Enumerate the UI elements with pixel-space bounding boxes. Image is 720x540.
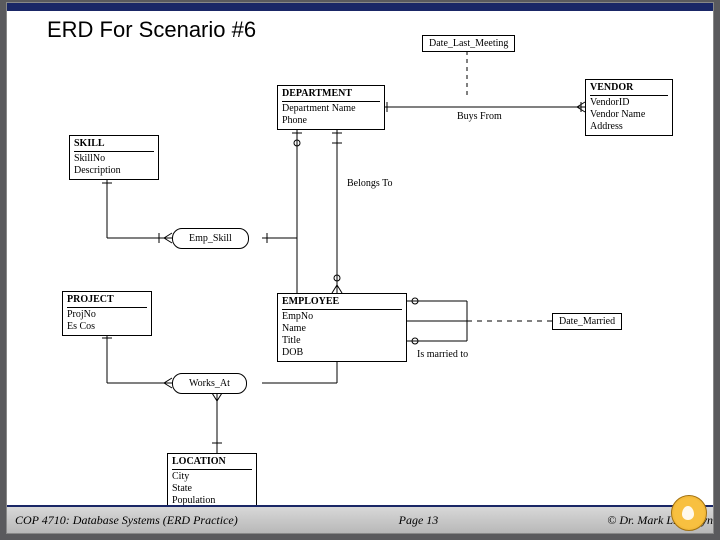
- entity-name: VENDOR: [590, 82, 668, 96]
- entity-name: PROJECT: [67, 294, 147, 308]
- entity-employee: EMPLOYEE EmpNo Name Title DOB: [277, 293, 407, 362]
- entity-project: PROJECT ProjNo Es Cos: [62, 291, 152, 336]
- title-accent-bar: [7, 3, 713, 11]
- entity-attrs: EmpNo Name Title DOB: [282, 311, 313, 358]
- rel-buys-from: Buys From: [457, 111, 502, 122]
- entity-name: SKILL: [74, 138, 154, 152]
- entity-name: EMPLOYEE: [282, 296, 402, 310]
- erd-canvas: Date_Last_Meeting SKILL SkillNo Descript…: [7, 43, 715, 488]
- footer-left: COP 4710: Database Systems (ERD Practice…: [15, 513, 238, 528]
- entity-vendor: VENDOR VendorID Vendor Name Address: [585, 79, 673, 136]
- label: Date_Married: [559, 316, 615, 327]
- entity-location: LOCATION City State Population: [167, 453, 257, 510]
- rel-belongs-to: Belongs To: [347, 178, 393, 189]
- label: Works_At: [189, 378, 230, 389]
- entity-department: DEPARTMENT Department Name Phone: [277, 85, 385, 130]
- entity-attrs: Department Name Phone: [282, 103, 356, 126]
- label: Emp_Skill: [189, 233, 232, 244]
- entity-attrs: SkillNo Description: [74, 153, 121, 176]
- entity-name: LOCATION: [172, 456, 252, 470]
- entity-name: DEPARTMENT: [282, 88, 380, 102]
- footer-center: Page 13: [238, 513, 599, 528]
- assoc-works-at: Works_At: [172, 373, 247, 394]
- assoc-emp-skill: Emp_Skill: [172, 228, 249, 249]
- attr-date-married: Date_Married: [552, 313, 622, 330]
- entity-skill: SKILL SkillNo Description: [69, 135, 159, 180]
- page-title: ERD For Scenario #6: [47, 17, 256, 43]
- attr-date-last-meeting: Date_Last_Meeting: [422, 35, 515, 52]
- footer: COP 4710: Database Systems (ERD Practice…: [7, 505, 713, 533]
- entity-attrs: City State Population: [172, 471, 215, 506]
- slide: ERD For Scenario #6: [6, 2, 714, 534]
- ucf-logo-icon: [671, 495, 707, 531]
- entity-attrs: ProjNo Es Cos: [67, 309, 96, 332]
- entity-attrs: VendorID Vendor Name Address: [590, 97, 645, 132]
- label: Date_Last_Meeting: [429, 38, 508, 49]
- rel-is-married-to: Is married to: [417, 349, 468, 360]
